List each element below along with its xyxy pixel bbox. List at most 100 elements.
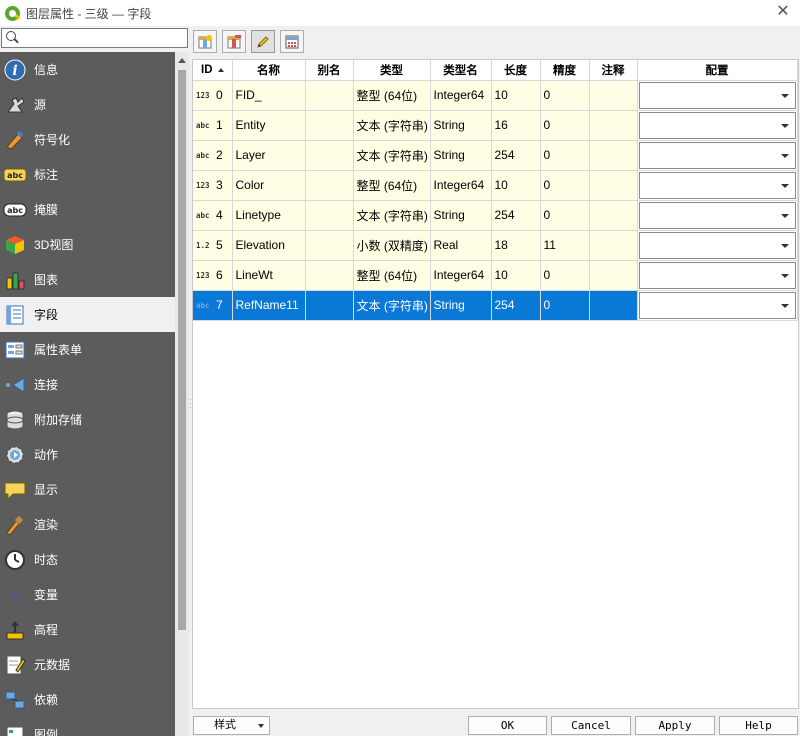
config-dropdown[interactable] [638,291,796,319]
config-dropdown[interactable] [638,141,796,169]
sidebar-scrollbar[interactable] [175,52,189,736]
cell-comment[interactable] [589,230,638,261]
cell-precision[interactable]: 0 [540,170,590,201]
sidebar-item-diagrams[interactable]: 图表 [0,262,175,297]
cell-type[interactable]: 文本 (字符串) [353,290,431,321]
cell-id[interactable]: abc 1 [193,110,233,141]
cell-name[interactable]: RefName11 [232,290,306,321]
cell-id[interactable]: 123 0 [193,80,233,111]
cell-alias[interactable] [305,80,354,111]
cell-precision[interactable]: 0 [540,80,590,111]
cell-comment[interactable] [589,290,638,321]
cell-alias[interactable] [305,290,354,321]
help-button[interactable]: Help [719,716,798,735]
table-row[interactable]: 1.2 5 Elevation 小数 (双精度) Real 18 11 [193,230,798,261]
table-row[interactable]: abc 7 RefName11 文本 (字符串) String 254 0 [193,290,798,321]
config-dropdown[interactable] [638,261,796,289]
table-row[interactable]: abc 1 Entity 文本 (字符串) String 16 0 [193,110,798,141]
sidebar-item-elevation[interactable]: 高程 [0,612,175,647]
cell-type-name[interactable]: Integer64 [430,170,492,201]
sidebar-item-joins[interactable]: 连接 [0,367,175,402]
cell-type-name[interactable]: Integer64 [430,260,492,291]
sidebar-item-mask[interactable]: abc 掩膜 [0,192,175,227]
column-header-type-name[interactable]: 类型名 [430,60,492,81]
sidebar-item-variables[interactable]: ε 变量 [0,577,175,612]
cell-comment[interactable] [589,170,638,201]
sidebar-item-metadata[interactable]: 元数据 [0,647,175,682]
config-dropdown[interactable] [638,231,796,259]
cell-name[interactable]: Elevation [232,230,306,261]
cell-name[interactable]: FID_ [232,80,306,111]
cell-alias[interactable] [305,170,354,201]
sidebar-item-rendering[interactable]: 渲染 [0,507,175,542]
cell-type-name[interactable]: Real [430,230,492,261]
cell-length[interactable]: 254 [491,140,541,171]
cell-name[interactable]: Linetype [232,200,306,231]
scrollbar-thumb[interactable] [178,70,186,630]
apply-button[interactable]: Apply [635,716,715,735]
table-row[interactable]: 123 3 Color 整型 (64位) Integer64 10 0 [193,170,798,201]
search-input[interactable] [1,28,188,48]
sidebar-item-3d-view[interactable]: 3D视图 [0,227,175,262]
cell-name[interactable]: Layer [232,140,306,171]
cell-type[interactable]: 整型 (64位) [353,260,431,291]
cell-id[interactable]: 1.2 5 [193,230,233,261]
cell-type-name[interactable]: Integer64 [430,80,492,111]
sidebar-item-info[interactable]: i 信息 [0,52,175,87]
cell-type-name[interactable]: String [430,290,492,321]
cell-length[interactable]: 10 [491,170,541,201]
cell-length[interactable]: 10 [491,260,541,291]
cell-id[interactable]: 123 3 [193,170,233,201]
cell-type-name[interactable]: String [430,140,492,171]
cell-alias[interactable] [305,110,354,141]
column-header-alias[interactable]: 别名 [305,60,354,81]
cell-id[interactable]: abc 2 [193,140,233,171]
column-header-type[interactable]: 类型 [353,60,431,81]
sidebar-item-temporal[interactable]: 时态 [0,542,175,577]
cell-alias[interactable] [305,230,354,261]
cell-type[interactable]: 文本 (字符串) [353,140,431,171]
sidebar-item-symbology[interactable]: 符号化 [0,122,175,157]
cell-name[interactable]: Entity [232,110,306,141]
cell-type-name[interactable]: String [430,110,492,141]
cell-length[interactable]: 16 [491,110,541,141]
sidebar-item-dependencies[interactable]: 依赖 [0,682,175,717]
cell-length[interactable]: 254 [491,290,541,321]
cell-name[interactable]: Color [232,170,306,201]
sidebar-item-labels[interactable]: abc 标注 [0,157,175,192]
cell-type[interactable]: 整型 (64位) [353,80,431,111]
column-header-length[interactable]: 长度 [491,60,541,81]
table-row[interactable]: 123 6 LineWt 整型 (64位) Integer64 10 0 [193,260,798,291]
sidebar-item-attributes-form[interactable]: 属性表单 [0,332,175,367]
cell-precision[interactable]: 0 [540,200,590,231]
cell-precision[interactable]: 0 [540,290,590,321]
cell-name[interactable]: LineWt [232,260,306,291]
new-field-button[interactable] [193,30,217,53]
column-header-name[interactable]: 名称 [232,60,306,81]
config-dropdown[interactable] [638,201,796,229]
cell-type[interactable]: 文本 (字符串) [353,200,431,231]
sidebar-item-auxiliary-storage[interactable]: 附加存储 [0,402,175,437]
column-header-id[interactable]: ID [193,60,233,81]
cell-comment[interactable] [589,110,638,141]
field-calculator-button[interactable] [280,30,304,53]
config-dropdown[interactable] [638,81,796,109]
cell-precision[interactable]: 0 [540,140,590,171]
close-icon[interactable]: ✕ [774,3,792,21]
config-dropdown[interactable] [638,111,796,139]
sidebar-item-display[interactable]: 显示 [0,472,175,507]
column-header-precision[interactable]: 精度 [540,60,590,81]
scroll-up-arrow-icon[interactable] [178,58,186,63]
cell-precision[interactable]: 0 [540,260,590,291]
cell-type[interactable]: 整型 (64位) [353,170,431,201]
cell-type[interactable]: 文本 (字符串) [353,110,431,141]
cell-id[interactable]: abc 7 [193,290,233,321]
cell-length[interactable]: 18 [491,230,541,261]
cell-precision[interactable]: 0 [540,110,590,141]
config-dropdown[interactable] [638,171,796,199]
cell-alias[interactable] [305,140,354,171]
delete-field-button[interactable] [222,30,246,53]
style-button[interactable]: 样式 [193,716,270,735]
column-header-config[interactable]: 配置 [637,60,798,81]
cell-comment[interactable] [589,140,638,171]
